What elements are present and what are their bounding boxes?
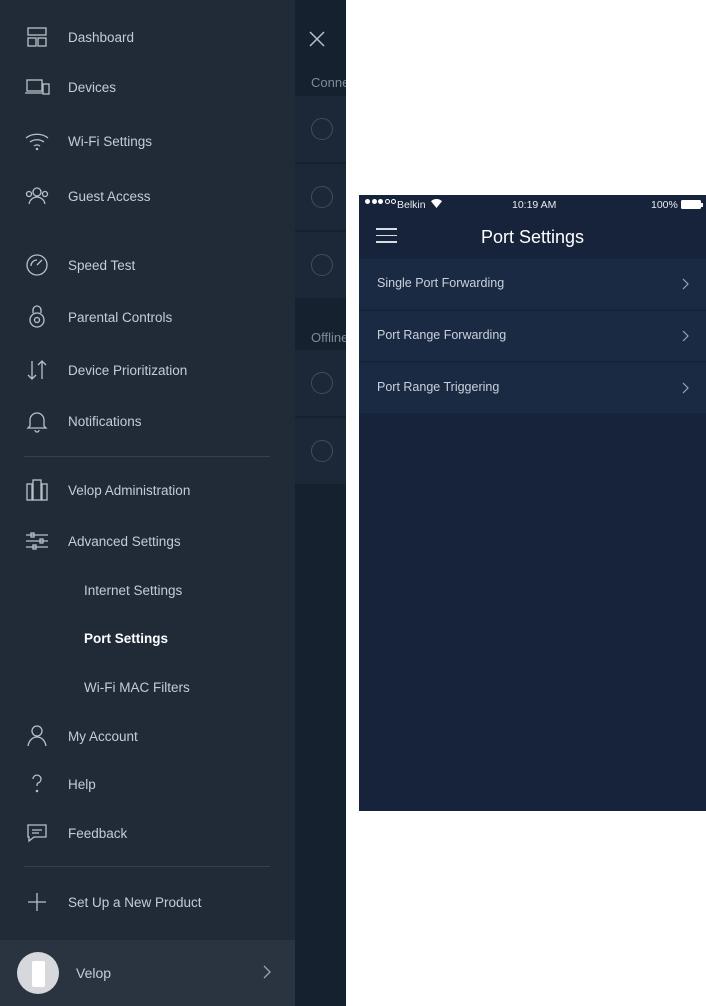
chevron-right-icon [682, 329, 689, 342]
menu-item-my-account[interactable]: My Account [0, 714, 295, 758]
menu-item-internet-settings[interactable]: Internet Settings [0, 568, 295, 612]
plus-icon [24, 889, 50, 915]
menu-item-label: Help [68, 776, 96, 792]
menu-item-label: Port Settings [84, 630, 169, 646]
carrier-name: Belkin [397, 199, 426, 211]
menu-screen: Dashboard Devices Wi-Fi Settings Guest A… [0, 0, 346, 1006]
menu-item-label: Internet Settings [84, 582, 183, 598]
device-row [295, 164, 346, 230]
device-status-ring [311, 254, 333, 276]
device-status-ring [311, 118, 333, 140]
menu-item-label: My Account [68, 728, 138, 744]
menu-item-device-prioritization[interactable]: Device Prioritization [0, 348, 295, 392]
menu-item-label: Velop Administration [68, 482, 191, 498]
menu-divider [24, 456, 270, 457]
list-item-port-range-forwarding[interactable]: Port Range Forwarding [359, 311, 706, 361]
dashboard-icon [24, 24, 50, 50]
menu-item-label: Advanced Settings [68, 533, 181, 549]
menu-item-feedback[interactable]: Feedback [0, 811, 295, 855]
nav-bar: Port Settings [359, 215, 706, 259]
menu-item-speed-test[interactable]: Speed Test [0, 243, 295, 287]
wifi-signal-icon [431, 198, 442, 208]
menu-item-help[interactable]: Help [0, 762, 295, 806]
wifi-icon [24, 128, 50, 154]
menu-item-velop-administration[interactable]: Velop Administration [0, 468, 295, 512]
menu-item-set-up-new-product[interactable]: Set Up a New Product [0, 880, 295, 924]
chat-bubble-icon [24, 820, 50, 846]
menu-item-wifi-settings[interactable]: Wi-Fi Settings [0, 119, 295, 163]
list-item-port-range-triggering[interactable]: Port Range Triggering [359, 363, 706, 413]
menu-item-parental-controls[interactable]: Parental Controls [0, 295, 295, 339]
velop-node-avatar [17, 952, 59, 994]
signal-strength-icon [365, 199, 396, 204]
menu-item-wifi-mac-filters[interactable]: Wi-Fi MAC Filters [0, 665, 295, 709]
status-time: 10:19 AM [512, 199, 557, 211]
battery-icon [681, 200, 703, 209]
device-status-ring [311, 440, 333, 462]
guest-access-icon [24, 183, 50, 209]
menu-item-label: Parental Controls [68, 309, 173, 325]
chevron-right-icon [682, 277, 689, 290]
background-screen: Conne Offline [295, 0, 346, 1006]
prioritization-arrows-icon [24, 357, 50, 383]
menu-item-label: Feedback [68, 825, 128, 841]
velop-nodes-icon [24, 477, 50, 503]
section-label-offline: Offline [311, 330, 346, 345]
list-item-label: Port Range Forwarding [377, 328, 507, 342]
device-status-ring [311, 186, 333, 208]
list-item-single-port-forwarding[interactable]: Single Port Forwarding [359, 259, 706, 309]
device-row [295, 350, 346, 416]
menu-item-label: Devices [68, 79, 117, 95]
network-switcher[interactable]: Velop [0, 940, 295, 1006]
menu-item-label: Speed Test [68, 257, 136, 273]
menu-item-label: Notifications [68, 413, 142, 429]
menu-item-devices[interactable]: Devices [0, 65, 295, 109]
screenshot-stage: Dashboard Devices Wi-Fi Settings Guest A… [0, 0, 706, 1006]
port-settings-screen: Belkin 10:19 AM 100% Port Settings Singl… [359, 195, 706, 811]
device-row [295, 232, 346, 298]
speedometer-icon [24, 252, 50, 278]
page-title: Port Settings [480, 227, 585, 247]
section-label-connected: Conne [311, 75, 346, 90]
list-item-label: Port Range Triggering [377, 380, 500, 394]
bell-icon [24, 408, 50, 434]
question-icon [24, 771, 50, 797]
menu-divider [24, 866, 270, 867]
menu-item-label: Set Up a New Product [68, 894, 202, 910]
menu-item-label: Wi-Fi Settings [68, 133, 153, 149]
device-row [295, 418, 346, 484]
menu-item-label: Device Prioritization [68, 362, 188, 378]
menu-item-advanced-settings[interactable]: Advanced Settings [0, 519, 295, 563]
parental-controls-icon [24, 304, 50, 330]
menu-item-label: Dashboard [68, 29, 135, 45]
side-menu: Dashboard Devices Wi-Fi Settings Guest A… [0, 0, 295, 1006]
menu-item-dashboard[interactable]: Dashboard [0, 15, 295, 59]
menu-item-guest-access[interactable]: Guest Access [0, 174, 295, 218]
close-icon[interactable] [308, 30, 326, 48]
device-row [295, 96, 346, 162]
menu-item-notifications[interactable]: Notifications [0, 399, 295, 443]
menu-item-port-settings[interactable]: Port Settings [0, 616, 295, 660]
sliders-icon [24, 528, 50, 554]
status-bar: Belkin 10:19 AM 100% [359, 195, 706, 215]
chevron-right-icon [262, 964, 272, 980]
device-status-ring [311, 372, 333, 394]
user-icon [24, 723, 50, 749]
chevron-right-icon [682, 381, 689, 394]
list-item-label: Single Port Forwarding [377, 276, 505, 290]
battery-percent: 100% [651, 199, 678, 211]
network-name: Velop [76, 965, 112, 981]
devices-icon [24, 74, 50, 100]
menu-item-label: Guest Access [68, 188, 151, 204]
menu-item-label: Wi-Fi MAC Filters [84, 679, 190, 695]
